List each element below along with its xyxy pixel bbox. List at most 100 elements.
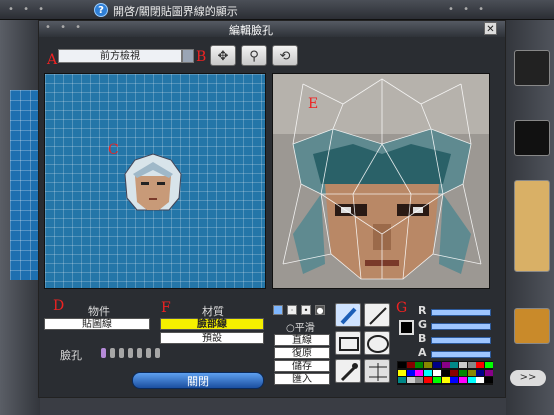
rectangle-icon [339, 337, 359, 351]
arrows-icon [369, 363, 387, 381]
brush-size-medium-icon[interactable]: • [301, 305, 311, 315]
import-button[interactable]: 匯入 [274, 373, 330, 385]
palette-swatch[interactable] [406, 369, 415, 376]
face-texture-image [273, 74, 489, 288]
blue-slider[interactable] [431, 337, 491, 344]
object-header: 物件 [88, 305, 110, 318]
left-panel-background [0, 20, 40, 415]
dialog-dots: • • • [45, 22, 85, 33]
palette-swatch[interactable] [485, 369, 493, 376]
background-grid-strip [10, 90, 40, 280]
palette-swatch[interactable] [432, 377, 441, 383]
palette-swatch[interactable] [467, 369, 476, 376]
face-slot[interactable] [128, 348, 133, 358]
label-g: G [396, 300, 408, 316]
brush-size-dot-icon[interactable]: · [287, 305, 297, 315]
dialog-title: 編輯臉孔 [229, 24, 273, 37]
channel-r-label: R [418, 304, 427, 317]
palette-swatch[interactable] [424, 377, 433, 383]
vertical-line-button[interactable]: 直線 [274, 334, 330, 346]
palette-swatch[interactable] [467, 362, 476, 368]
face-slot[interactable] [146, 348, 151, 358]
rectangle-tool-button[interactable] [335, 331, 361, 355]
palette-swatch[interactable] [467, 377, 476, 383]
red-slider[interactable] [431, 309, 491, 316]
transform-tool-button[interactable] [364, 359, 390, 383]
label-c: C [108, 142, 119, 158]
face-slot[interactable] [110, 348, 115, 358]
palette-swatch[interactable] [432, 362, 441, 368]
view-dropdown-arrow[interactable] [182, 49, 194, 63]
palette-swatch[interactable] [398, 369, 406, 376]
palette-swatch[interactable] [441, 377, 450, 383]
ellipse-tool-button[interactable] [364, 331, 390, 355]
help-icon[interactable]: ? [94, 3, 108, 17]
palette-swatch[interactable] [458, 369, 467, 376]
face-slot[interactable] [119, 348, 124, 358]
object-value[interactable]: 貼圖線 [44, 318, 150, 330]
channel-b-label: B [418, 332, 427, 345]
close-button[interactable]: 關閉 [132, 372, 264, 389]
smooth-option[interactable]: ○平滑 [286, 319, 315, 334]
right-thumbnail-panel [506, 20, 554, 415]
palette-swatch[interactable] [415, 369, 424, 376]
rotate-tool-button[interactable]: ⟲ [272, 45, 298, 66]
face-model-thumbnail [124, 153, 182, 211]
palette-swatch[interactable] [415, 362, 424, 368]
next-button[interactable]: >> [510, 370, 546, 386]
palette-swatch[interactable] [476, 369, 485, 376]
palette-swatch[interactable] [485, 362, 493, 368]
label-d: D [53, 298, 65, 314]
face-slot[interactable] [155, 348, 160, 358]
palette-swatch[interactable] [415, 377, 424, 383]
palette-swatch[interactable] [476, 377, 485, 383]
thumbnail-item[interactable] [514, 120, 550, 156]
thumbnail-item[interactable] [514, 50, 550, 86]
texture-preview[interactable] [272, 73, 490, 289]
palette-swatch[interactable] [398, 362, 406, 368]
green-slider[interactable] [431, 323, 491, 330]
material-selected[interactable]: 臉部線 [160, 318, 264, 330]
palette-swatch[interactable] [441, 362, 450, 368]
palette-swatch[interactable] [476, 362, 485, 368]
palette-swatch[interactable] [406, 377, 415, 383]
move-tool-button[interactable]: ✥ [210, 45, 236, 66]
pen-icon [340, 307, 357, 325]
label-a: A [47, 52, 58, 68]
eyedropper-tool-button[interactable] [335, 359, 361, 383]
face-slot[interactable] [101, 348, 106, 358]
material-default[interactable]: 預設 [160, 332, 264, 344]
pen-tool-button[interactable] [335, 303, 361, 327]
eyedropper-icon [340, 363, 358, 382]
brush-size-small-icon[interactable] [273, 305, 283, 315]
face-slot[interactable] [137, 348, 142, 358]
palette-swatch[interactable] [441, 369, 450, 376]
thumbnail-item[interactable] [514, 308, 550, 344]
label-e: E [308, 96, 319, 112]
zoom-tool-button[interactable]: ⚲ [241, 45, 267, 66]
current-color-swatch[interactable] [399, 320, 414, 335]
brush-size-large-icon[interactable]: ● [315, 305, 325, 315]
close-icon[interactable]: ✕ [484, 22, 497, 35]
material-header: 材質 [202, 305, 224, 318]
ellipse-icon [367, 335, 389, 353]
restore-button[interactable]: 復原 [274, 347, 330, 359]
palette-swatch[interactable] [424, 369, 433, 376]
palette-swatch[interactable] [450, 362, 459, 368]
alpha-slider[interactable] [431, 351, 491, 358]
palette-swatch[interactable] [450, 369, 459, 376]
palette-swatch[interactable] [398, 377, 406, 383]
view-select[interactable]: 前方檢視 [58, 49, 182, 63]
palette-swatch[interactable] [432, 369, 441, 376]
color-palette[interactable] [397, 361, 493, 385]
palette-swatch[interactable] [424, 362, 433, 368]
save-button[interactable]: 儲存 [274, 360, 330, 372]
palette-swatch[interactable] [450, 377, 459, 383]
palette-swatch[interactable] [485, 377, 493, 383]
thumbnail-face-list[interactable] [514, 180, 550, 272]
palette-swatch[interactable] [458, 362, 467, 368]
palette-swatch[interactable] [458, 377, 467, 383]
palette-swatch[interactable] [406, 362, 415, 368]
uv-grid-viewport[interactable] [44, 73, 266, 289]
line-tool-button[interactable] [364, 303, 390, 327]
